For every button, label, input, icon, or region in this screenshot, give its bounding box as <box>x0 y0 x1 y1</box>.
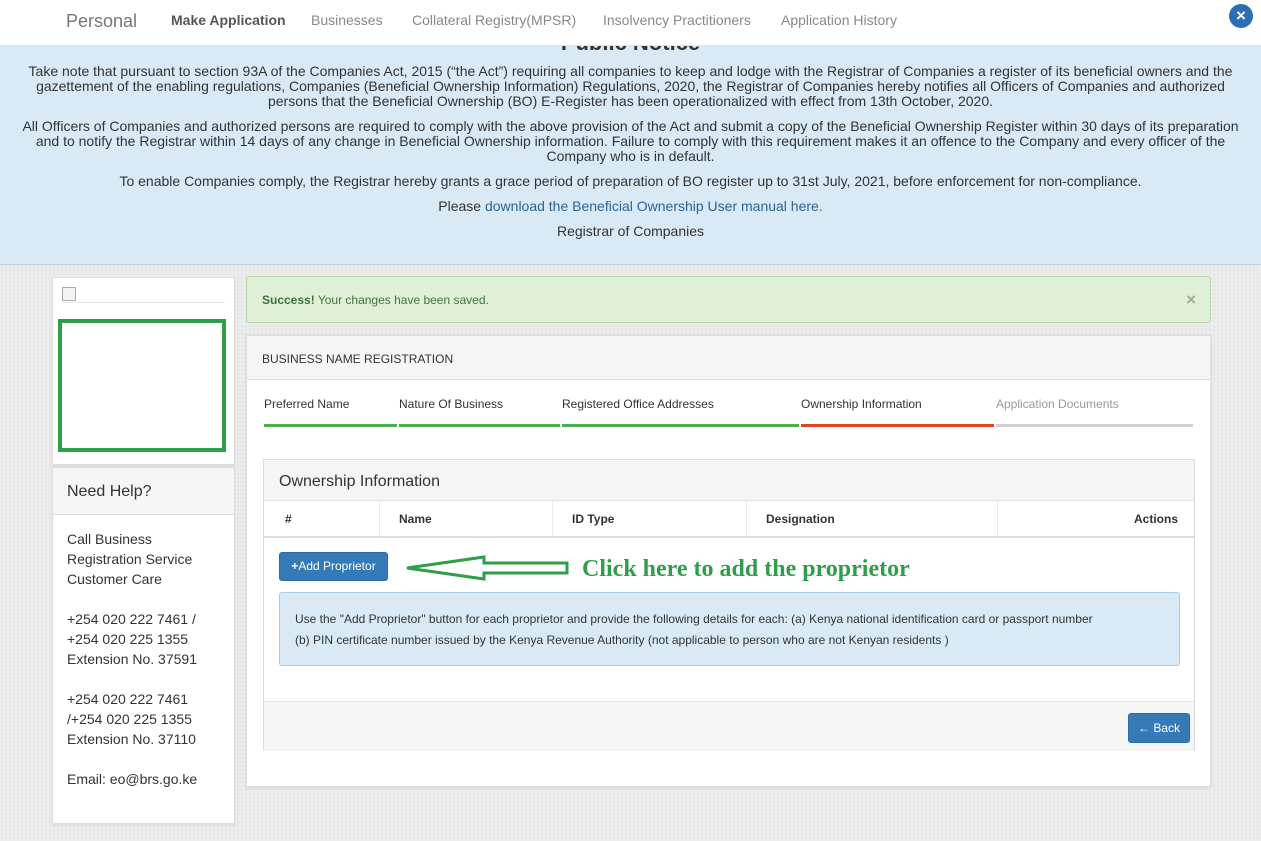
help-body: Call Business Registration Service Custo… <box>53 515 234 789</box>
help-contact-1: Call Business Registration Service Custo… <box>67 531 193 587</box>
info-line-1: Use the "Add Proprietor" button for each… <box>295 612 1093 626</box>
col-name: Name <box>399 512 432 526</box>
step-nature-of-business[interactable]: Nature Of Business <box>399 397 503 411</box>
nav-collateral-registry[interactable]: Collateral Registry(MPSR) <box>412 12 576 28</box>
alert-message: Your changes have been saved. <box>314 293 489 307</box>
nav-application-history[interactable]: Application History <box>781 12 897 28</box>
nav-make-application[interactable]: Make Application <box>171 12 286 28</box>
col-designation: Designation <box>766 512 835 526</box>
callout-text: Click here to add the proprietor <box>582 556 910 582</box>
step-bar-nature-of-business <box>399 424 560 427</box>
step-bar-preferred-name <box>264 424 397 427</box>
add-proprietor-button[interactable]: +Add Proprietor <box>279 552 388 581</box>
download-manual-link[interactable]: download the Beneficial Ownership User m… <box>485 198 823 214</box>
top-navbar: Personal Make Application Businesses Col… <box>0 0 1261 46</box>
notice-paragraph-4: Please download the Beneficial Ownership… <box>18 199 1243 214</box>
table-header-divider <box>264 536 1194 538</box>
help-title: Need Help? <box>53 468 234 515</box>
ownership-section: Ownership Information # Name ID Type Des… <box>263 459 1195 751</box>
notice-paragraph-1: Take note that pursuant to section 93A o… <box>28 63 1233 109</box>
arrow-left-icon <box>406 555 569 581</box>
close-icon[interactable]: × <box>1229 4 1253 28</box>
help-email: Email: eo@brs.go.ke <box>67 771 198 787</box>
nav-brand[interactable]: Personal <box>66 11 137 32</box>
col-separator <box>552 501 553 536</box>
notice-paragraph-2: All Officers of Companies and authorized… <box>22 118 1239 164</box>
col-number: # <box>285 512 292 526</box>
ownership-title: Ownership Information <box>264 460 1194 501</box>
notice-download-prefix: Please <box>438 198 482 214</box>
registration-panel: BUSINESS NAME REGISTRATION Preferred Nam… <box>246 335 1211 787</box>
col-actions: Actions <box>1134 512 1179 526</box>
col-separator <box>746 501 747 536</box>
step-bar-application-documents <box>996 424 1193 427</box>
info-line-2: (b) PIN certificate number issued by the… <box>295 633 949 647</box>
step-registered-office[interactable]: Registered Office Addresses <box>562 397 714 411</box>
back-button[interactable]: ← Back <box>1128 713 1190 743</box>
step-preferred-name[interactable]: Preferred Name <box>264 397 349 411</box>
help-contact-3: +254 020 222 7461 /+254 020 225 1355 Ext… <box>67 691 196 747</box>
alert-close-icon[interactable]: × <box>1186 290 1196 310</box>
panel-title: BUSINESS NAME REGISTRATION <box>247 336 1210 380</box>
col-separator <box>997 501 998 536</box>
notice-paragraph-3: To enable Companies comply, the Registra… <box>119 173 1142 189</box>
step-ownership-information[interactable]: Ownership Information <box>801 397 922 411</box>
notice-signature: Registrar of Companies <box>556 223 705 239</box>
help-card: Need Help? Call Business Registration Se… <box>52 467 235 824</box>
highlight-box <box>58 319 226 452</box>
nav-businesses[interactable]: Businesses <box>311 12 383 28</box>
step-application-documents: Application Documents <box>996 397 1119 411</box>
help-contact-2: +254 020 222 7461 / +254 020 225 1355 Ex… <box>67 611 197 667</box>
back-arrow-icon: ← <box>1137 721 1150 735</box>
col-separator <box>379 501 380 536</box>
step-bar-ownership-information <box>801 424 994 427</box>
section-footer: ← Back <box>264 701 1194 751</box>
alert-strong: Success! <box>262 293 315 307</box>
sidebar-profile-card <box>52 277 235 465</box>
success-alert: Success! Your changes have been saved. × <box>246 276 1211 323</box>
col-id-type: ID Type <box>572 512 615 526</box>
broken-image-icon <box>62 287 225 303</box>
nav-insolvency-practitioners[interactable]: Insolvency Practitioners <box>603 12 751 28</box>
notice-body: Take note that pursuant to section 93A o… <box>18 64 1243 249</box>
info-box: Use the "Add Proprietor" button for each… <box>279 592 1180 666</box>
step-bar-registered-office <box>562 424 799 427</box>
